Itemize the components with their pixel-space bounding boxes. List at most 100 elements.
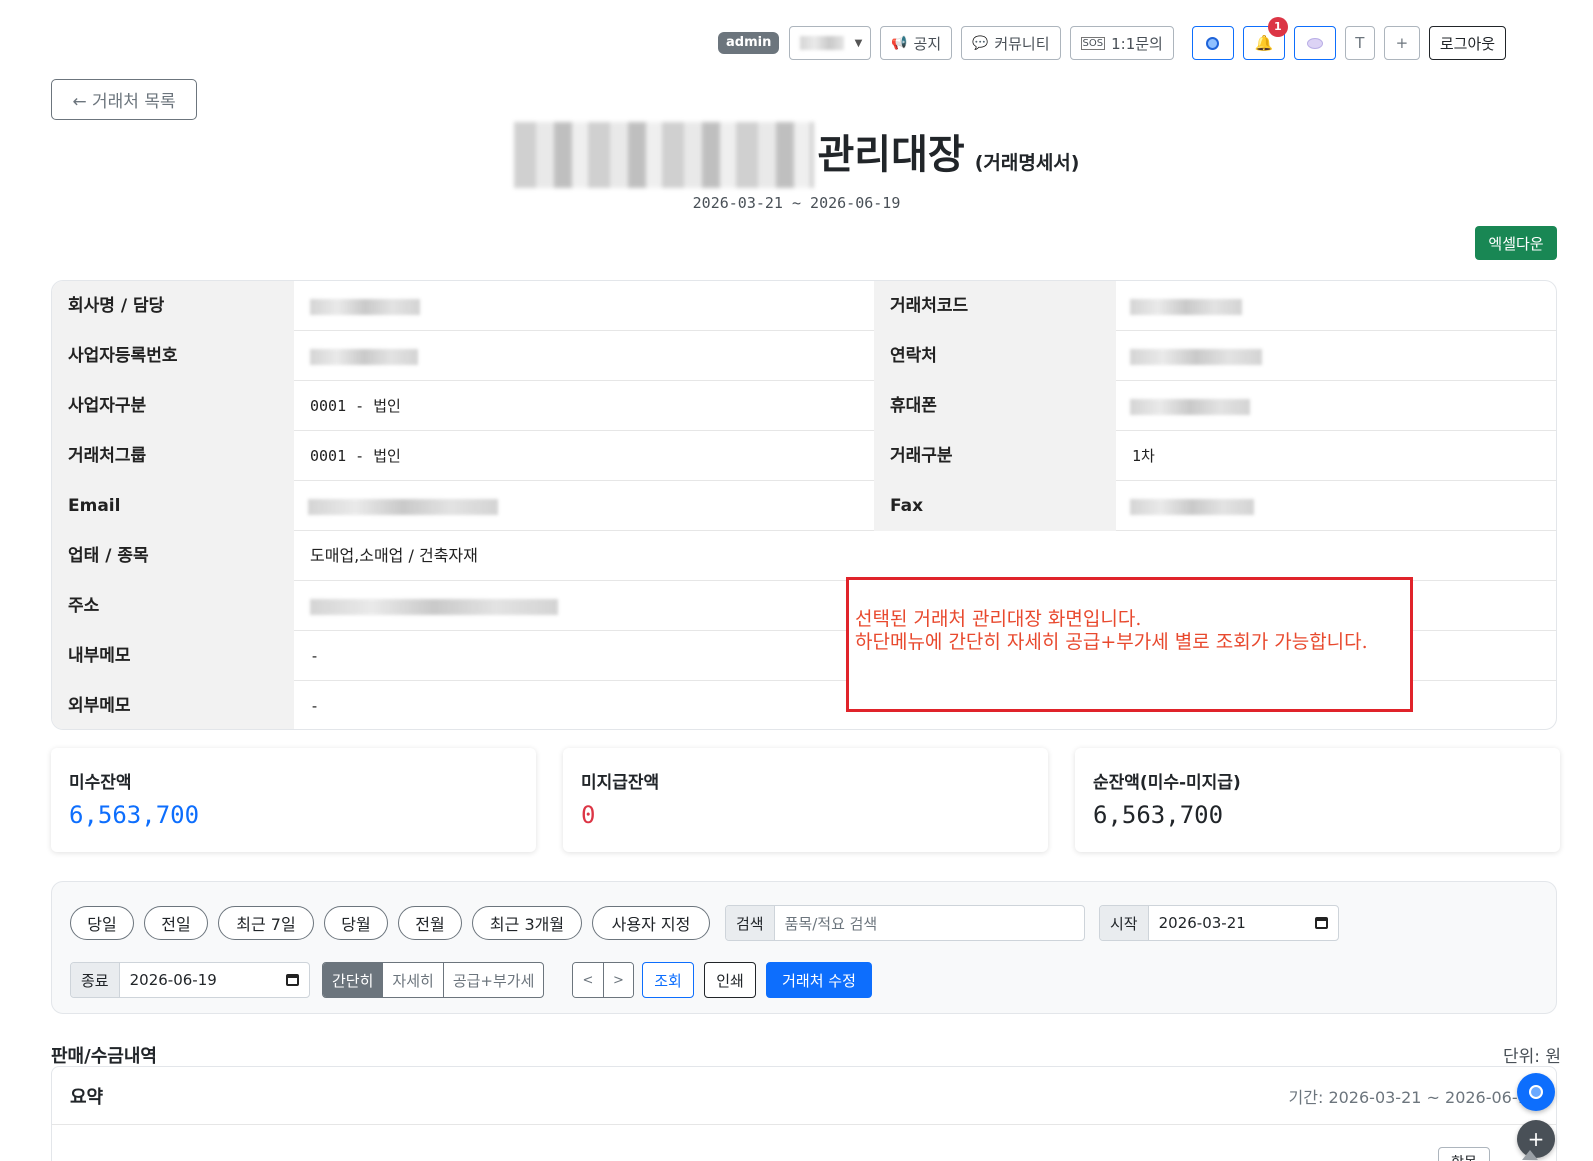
speech-bubble-icon: 💬 xyxy=(972,35,989,51)
search-input[interactable]: 품목/적요 검색 xyxy=(775,906,1084,940)
bizno-label: 사업자등록번호 xyxy=(52,331,294,381)
annotation-line-2: 하단메뉴에 간단히 자세히 공급+부가세 별로 조회가 가능합니다. xyxy=(855,631,1368,653)
logout-button[interactable]: 로그아웃 xyxy=(1428,26,1507,60)
group-label: 거래처그룹 xyxy=(52,431,294,481)
quick-last-month-button[interactable]: 전월 xyxy=(398,906,462,940)
summary-header: 요약 기간: 2026-03-21 ~ 2026-06-19 xyxy=(52,1067,1556,1125)
annotation-line-1: 선택된 거래처 관리대장 화면입니다. xyxy=(855,608,1142,630)
view-detail-button[interactable]: 자세히 xyxy=(382,963,442,997)
search-button[interactable] xyxy=(1191,26,1234,60)
info-row: Email Fax xyxy=(52,481,1556,531)
company-value xyxy=(294,281,874,331)
payable-value: 0 xyxy=(581,801,596,829)
role-badge: admin xyxy=(718,32,780,54)
message-button[interactable] xyxy=(1293,26,1336,60)
calendar-icon xyxy=(286,974,299,986)
calendar-icon xyxy=(1315,917,1328,929)
theme-button[interactable]: T xyxy=(1344,26,1375,60)
inquiry-label: 1:1문의 xyxy=(1111,34,1163,53)
summary-title: 요약 xyxy=(70,1086,104,1108)
start-date-value: 2026-03-21 xyxy=(1158,914,1246,932)
summary-table: 요약 기간: 2026-03-21 ~ 2026-06-19 항목 xyxy=(51,1066,1557,1161)
fax-value xyxy=(1116,481,1556,531)
receivable-label: 미수잔액 xyxy=(69,773,132,793)
next-period-button[interactable]: > xyxy=(603,963,633,997)
print-button[interactable]: 인쇄 xyxy=(704,962,756,998)
internal-memo-label: 내부메모 xyxy=(52,631,294,681)
net-balance-label: 순잔액(미수-미지급) xyxy=(1093,773,1241,793)
biztype-value: 0001 - 법인 xyxy=(310,397,401,415)
start-date-input[interactable]: 2026-03-21 xyxy=(1149,906,1338,940)
notification-count-badge: 1 xyxy=(1267,17,1288,37)
quick-7days-button[interactable]: 최근 7일 xyxy=(218,906,314,940)
end-date-label: 종료 xyxy=(71,963,120,997)
community-label: 커뮤니티 xyxy=(994,34,1050,53)
receivable-value: 6,563,700 xyxy=(69,801,200,829)
community-button[interactable]: 💬 커뮤니티 xyxy=(961,26,1061,60)
page-subtitle: (거래명세서) xyxy=(974,152,1080,174)
email-label: Email xyxy=(52,481,294,531)
end-date-group: 종료 2026-06-19 xyxy=(70,962,310,998)
mobile-label: 휴대폰 xyxy=(874,381,1116,431)
quick-this-month-button[interactable]: 당월 xyxy=(324,906,388,940)
period-nav: < > xyxy=(572,962,634,998)
section-title: 판매/수금내역 xyxy=(51,1046,157,1067)
search-icon xyxy=(1529,1085,1543,1099)
email-value xyxy=(294,481,874,531)
code-label: 거래처코드 xyxy=(874,281,1116,331)
prev-period-button[interactable]: < xyxy=(573,963,603,997)
info-row: 거래처그룹 0001 - 법인 거래구분 1차 xyxy=(52,431,1556,481)
info-row: 사업자구분 0001 - 법인 휴대폰 xyxy=(52,381,1556,431)
floating-search-button[interactable] xyxy=(1517,1073,1555,1111)
fax-label: Fax xyxy=(874,481,1116,531)
scroll-up-icon[interactable] xyxy=(1522,1150,1538,1160)
quick-today-button[interactable]: 당일 xyxy=(70,906,134,940)
search-icon xyxy=(1206,36,1220,50)
contact-value xyxy=(1116,331,1556,381)
unit-label: 단위: 원 xyxy=(1502,1047,1561,1067)
annotation-box: 선택된 거래처 관리대장 화면입니다. 하단메뉴에 간단히 자세히 공급+부가세… xyxy=(846,577,1413,712)
top-bar: admin ▼ 📢 공지 💬 커뮤니티 SOS 1:1문의 🔔 1 T + 로그… xyxy=(718,17,1507,60)
info-row: 업태 / 종목 도매업,소매업 / 건축자재 xyxy=(52,531,1556,581)
info-row: 회사명 / 담당 거래처코드 xyxy=(52,281,1556,331)
quick-yesterday-button[interactable]: 전일 xyxy=(144,906,208,940)
page-title: 관리대장 xyxy=(817,132,965,178)
plus-icon: + xyxy=(1527,1127,1545,1151)
industry-label: 업태 / 종목 xyxy=(52,531,294,581)
info-row: 사업자등록번호 연락처 xyxy=(52,331,1556,381)
bell-icon: 🔔 xyxy=(1254,34,1274,52)
biztype-label: 사업자구분 xyxy=(52,381,294,431)
company-name-redacted xyxy=(513,122,814,188)
view-supply-vat-button[interactable]: 공급+부가세 xyxy=(442,963,544,997)
column-select-button[interactable]: 항목 xyxy=(1438,1147,1490,1161)
address-label: 주소 xyxy=(52,581,294,631)
notification-button[interactable]: 🔔 1 xyxy=(1242,17,1288,60)
chat-icon xyxy=(1306,37,1323,49)
inquiry-button[interactable]: SOS 1:1문의 xyxy=(1069,26,1174,60)
notice-button[interactable]: 📢 공지 xyxy=(880,26,953,60)
tradetype-label: 거래구분 xyxy=(874,431,1116,481)
user-dropdown[interactable]: ▼ xyxy=(789,26,872,60)
edit-client-button[interactable]: 거래처 수정 xyxy=(766,962,872,998)
filter-panel: 당일 전일 최근 7일 당월 전월 최근 3개월 사용자 지정 검색 품목/적요… xyxy=(51,881,1557,1014)
period-range: 2026-03-21 ~ 2026-06-19 xyxy=(692,194,901,212)
notice-label: 공지 xyxy=(913,34,942,53)
code-value xyxy=(1116,281,1556,331)
end-date-value: 2026-06-19 xyxy=(129,971,217,989)
search-label: 검색 xyxy=(726,906,775,940)
net-balance-value: 6,563,700 xyxy=(1093,801,1224,829)
payable-card: 미지급잔액 0 xyxy=(563,748,1048,852)
net-balance-card: 순잔액(미수-미지급) 6,563,700 xyxy=(1075,748,1560,852)
contact-label: 연락처 xyxy=(874,331,1116,381)
view-simple-button[interactable]: 간단히 xyxy=(323,963,383,997)
search-group: 검색 품목/적요 검색 xyxy=(725,905,1085,941)
add-button[interactable]: + xyxy=(1383,26,1420,60)
quick-3months-button[interactable]: 최근 3개월 xyxy=(472,906,582,940)
query-button[interactable]: 조회 xyxy=(642,962,694,998)
excel-download-button[interactable]: 엑셀다운 xyxy=(1475,226,1557,260)
quick-custom-button[interactable]: 사용자 지정 xyxy=(592,906,710,940)
back-to-list-button[interactable]: ← 거래처 목록 xyxy=(51,79,197,120)
industry-value: 도매업,소매업 / 건축자재 xyxy=(310,546,478,565)
end-date-input[interactable]: 2026-06-19 xyxy=(120,963,309,997)
group-value: 0001 - 법인 xyxy=(310,447,401,465)
